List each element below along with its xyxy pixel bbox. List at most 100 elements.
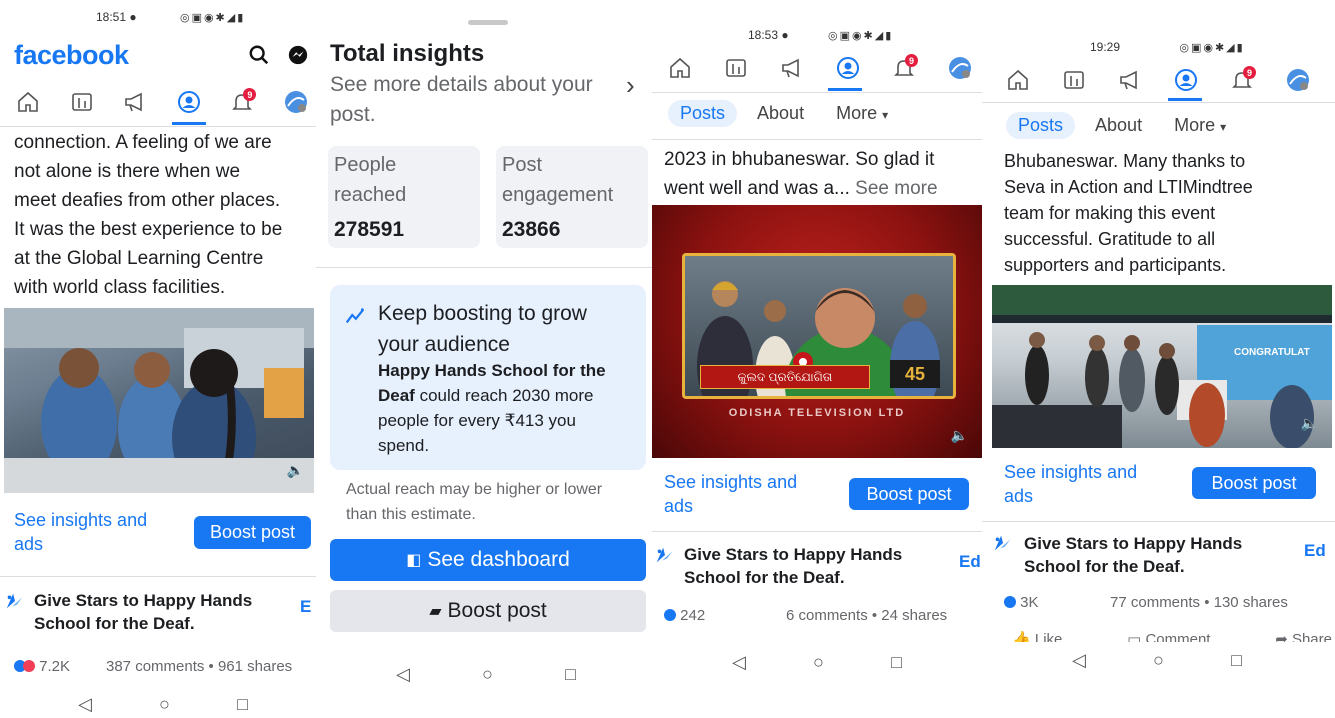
channel-logo: 45 [890, 360, 940, 388]
post-text: Bhubaneswar. Many thanks to Seva in Acti… [1004, 148, 1334, 278]
stars-prompt[interactable]: Give Stars to Happy Hands School for the… [1024, 532, 1242, 578]
avatar[interactable] [1284, 66, 1312, 94]
recents-icon[interactable]: □ [1231, 650, 1242, 671]
tab-about[interactable]: About [757, 103, 804, 124]
sheet-handle[interactable] [468, 20, 508, 25]
video-icon[interactable] [68, 88, 96, 116]
home-circle-icon[interactable]: ○ [1153, 650, 1164, 671]
home-icon[interactable] [1004, 66, 1032, 94]
tab-posts[interactable]: Posts [668, 100, 738, 127]
video-icon[interactable] [722, 54, 750, 82]
estimate-note: Actual reach may be higher or lower than… [346, 477, 602, 527]
mute-icon[interactable]: 🔈 [287, 462, 304, 479]
reactions-count: 242 [680, 607, 706, 624]
see-insights-link[interactable]: See insights and ads [1004, 460, 1137, 508]
see-dashboard-button[interactable]: ◧ See dashboard [330, 539, 646, 581]
divider [652, 139, 982, 140]
edit-button-cut[interactable]: Ed [1304, 541, 1326, 561]
edit-button-cut[interactable]: Ed [959, 552, 981, 572]
chevron-right-icon[interactable]: › [626, 70, 635, 101]
back-icon[interactable]: ◁ [396, 664, 410, 685]
post-text-line: team for making this event [1004, 203, 1216, 223]
screenshot-panel-4: 19:29 ◎▣◉✱◢▮ 9 Posts About More ▾ Bhuban… [982, 0, 1335, 718]
tab-more[interactable]: More ▾ [1174, 115, 1226, 136]
boost-label: Boost post [447, 599, 547, 622]
bell-icon[interactable]: 9 [228, 88, 257, 116]
status-bar: 18:51 ● ◎▣◉✱◢▮ [96, 10, 245, 24]
boost-post-button[interactable]: Boost post [849, 478, 969, 510]
mute-icon[interactable]: 🔈 [1301, 415, 1318, 432]
profile-icon[interactable] [175, 88, 203, 116]
edit-button-cut[interactable]: E [300, 597, 311, 617]
mute-icon[interactable]: 🔈 [951, 427, 968, 444]
reactions-row[interactable]: 242 [664, 607, 705, 624]
notification-badge: 9 [1243, 66, 1256, 79]
post-video-tv-news[interactable]: କୁଲଦ ପ୍ରତିଯୋଗିତା 45 ODISHA TELEVISION LT… [652, 205, 982, 458]
see-insights-link[interactable]: See insights and ads [664, 470, 797, 518]
bell-icon[interactable]: 9 [1228, 66, 1256, 94]
home-icon[interactable] [14, 88, 42, 116]
home-circle-icon[interactable]: ○ [482, 664, 493, 685]
android-nav-bar: ◁ ○ □ [78, 694, 248, 715]
avatar[interactable] [282, 88, 310, 116]
like-button[interactable]: 👍 Like [1012, 630, 1062, 642]
boost-post-button[interactable]: Boost post [194, 516, 311, 549]
comment-button[interactable]: ▭ Comment [1127, 630, 1210, 642]
recents-icon[interactable]: □ [565, 664, 576, 685]
search-icon[interactable] [248, 44, 272, 68]
stars-icon [992, 532, 1014, 554]
recents-icon[interactable]: □ [891, 652, 902, 673]
megaphone-icon[interactable] [121, 88, 149, 116]
notification-badge: 9 [243, 88, 257, 101]
caret-down-icon: ▾ [882, 108, 889, 122]
profile-icon[interactable] [1172, 66, 1200, 94]
subtitle-line: See more details about your [330, 73, 593, 96]
home-circle-icon[interactable]: ○ [159, 694, 170, 715]
tab-more[interactable]: More ▾ [836, 103, 888, 124]
status-time: 18:51 [96, 10, 127, 24]
video-icon[interactable] [1060, 66, 1088, 94]
recents-icon[interactable]: □ [237, 694, 248, 715]
comments-shares[interactable]: 77 comments • 130 shares [1110, 594, 1288, 611]
share-button[interactable]: ➦ Share [1275, 630, 1332, 642]
post-photo-classroom[interactable]: 🔈 [4, 308, 314, 493]
reactions-count: 3K [1020, 594, 1039, 611]
boost-post-button[interactable]: ▰ Boost post [330, 590, 646, 632]
megaphone-icon[interactable] [1116, 66, 1144, 94]
back-icon[interactable]: ◁ [1072, 650, 1086, 671]
messenger-icon[interactable] [287, 44, 311, 68]
main-nav: 9 [666, 52, 974, 84]
dashboard-icon: ◧ [406, 552, 422, 569]
back-icon[interactable]: ◁ [78, 694, 92, 715]
reactions-row[interactable]: 7.2K [14, 658, 70, 675]
comments-shares[interactable]: 387 comments • 961 shares [106, 658, 292, 675]
post-photo-event[interactable]: CONGRATULAT 🔈 [992, 285, 1332, 448]
status-time: 19:29 [1090, 40, 1121, 54]
status-dot-icon: ● [129, 10, 137, 24]
home-circle-icon[interactable]: ○ [813, 652, 824, 673]
boost-post-button[interactable]: Boost post [1192, 467, 1316, 499]
tab-posts[interactable]: Posts [1006, 112, 1076, 139]
see-insights-link[interactable]: See insights and ads [14, 508, 147, 556]
megaphone-icon[interactable] [778, 54, 806, 82]
home-icon[interactable] [666, 54, 694, 82]
see-more-link[interactable]: See more [855, 178, 937, 199]
like-reaction-icon [664, 609, 676, 621]
tab-about[interactable]: About [1095, 115, 1142, 136]
back-icon[interactable]: ◁ [732, 652, 746, 673]
comments-shares[interactable]: 6 comments • 24 shares [786, 607, 947, 624]
stars-prompt[interactable]: Give Stars to Happy Hands School for the… [34, 589, 252, 635]
post-text-line: 2023 in bhubaneswar. So glad it [664, 149, 935, 170]
insights-subtitle[interactable]: See more details about your post. [330, 70, 593, 130]
post-text-line: successful. Gratitude to all [1004, 229, 1216, 249]
status-time: 18:53 [748, 28, 779, 42]
stars-prompt[interactable]: Give Stars to Happy Hands School for the… [684, 543, 902, 589]
divider [0, 576, 316, 577]
tv-caption: ODISHA TELEVISION LTD [728, 407, 906, 419]
boost-body: Happy Hands School for the Deaf could re… [378, 358, 640, 458]
reactions-row[interactable]: 3K [1004, 594, 1039, 611]
boost-heading: Keep boosting to grow your audience [378, 298, 587, 360]
avatar[interactable] [946, 54, 974, 82]
bell-icon[interactable]: 9 [890, 54, 918, 82]
profile-icon[interactable] [834, 54, 862, 82]
